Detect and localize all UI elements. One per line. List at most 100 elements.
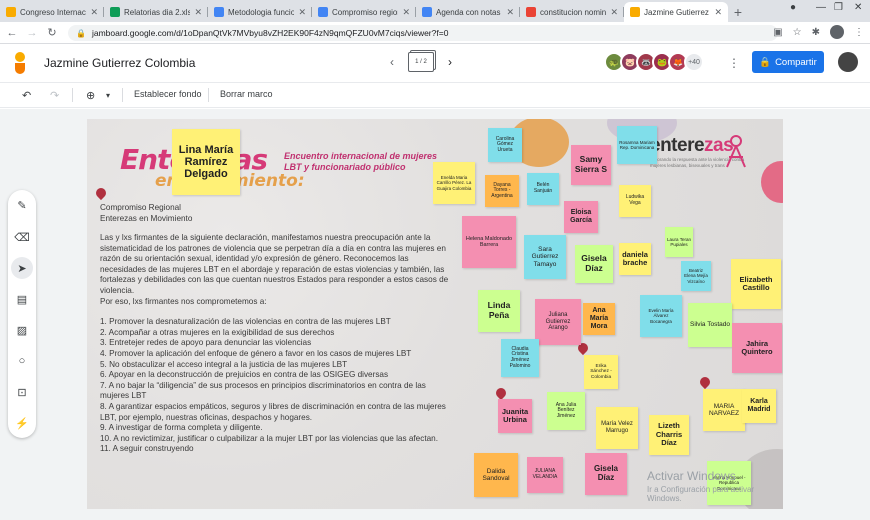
- set-background-button[interactable]: Establecer fondo: [134, 89, 202, 99]
- declaration-intro: Las y lxs firmantes de la siguiente decl…: [100, 233, 449, 295]
- tab-close-icon[interactable]: ✕: [194, 7, 202, 18]
- sticky-note[interactable]: Elizabeth Castillo: [731, 259, 781, 309]
- tab-favicon-icon: [110, 7, 120, 17]
- forward-icon[interactable]: →: [24, 25, 40, 41]
- sticky-note[interactable]: Enelda Maria Carrillo Pérez. La Guajira …: [433, 162, 475, 204]
- browser-tab[interactable]: Agenda con notas d... ✕: [416, 2, 520, 22]
- sticky-note[interactable]: Gisela Díaz: [575, 245, 613, 283]
- sticky-note[interactable]: Lizeth Charris Díaz: [649, 415, 689, 455]
- circle-icon[interactable]: ○: [15, 354, 29, 368]
- minimize-icon[interactable]: —: [816, 2, 826, 13]
- map-pin-icon: [493, 385, 509, 401]
- sticky-note[interactable]: Ana Julia Benítez Jiménez: [547, 392, 585, 430]
- sticky-note[interactable]: Lina María Ramírez Delgado: [172, 129, 240, 195]
- screenshot-icon[interactable]: ▣: [773, 27, 782, 38]
- more-options-icon[interactable]: ⋮: [728, 56, 740, 70]
- jamboard-logo-icon[interactable]: [12, 52, 28, 74]
- sticky-note[interactable]: daniela brache: [619, 243, 651, 275]
- sticky-note[interactable]: Beatriz Elena Mejía Vizcaíno: [681, 261, 711, 291]
- collaborator-avatars[interactable]: 🐢 🐷 🦝 🐸 🦊 +40: [604, 52, 704, 72]
- sticky-note[interactable]: Juanita Urbina: [498, 399, 532, 433]
- jam-frame[interactable]: Enterezas en movimiento: Encuentro inter…: [87, 119, 783, 509]
- restore-icon[interactable]: ❐: [834, 2, 843, 13]
- sticky-note[interactable]: Helena Maldonado Barrera: [462, 216, 516, 268]
- clear-frame-button[interactable]: Borrar marco: [220, 89, 273, 99]
- sticky-note[interactable]: Eloisa García: [564, 201, 598, 233]
- tab-favicon-icon: [422, 7, 432, 17]
- tab-close-icon[interactable]: ✕: [298, 7, 306, 18]
- sticky-note[interactable]: Rosamna Mariam Rep. Dominicana: [617, 126, 657, 164]
- tab-title: Relatorias dia 2.xlsx: [124, 7, 191, 17]
- browser-profile-avatar[interactable]: [830, 25, 844, 39]
- sticky-note[interactable]: Erika Sánchez - Colombia: [584, 355, 618, 389]
- toolbar: ↶ ↷ ⊕ ▾ Establecer fondo Borrar marco: [0, 82, 870, 108]
- extensions-icon[interactable]: ✱: [812, 27, 820, 38]
- sticky-note[interactable]: Dayana Torres - Argentina: [485, 175, 519, 207]
- reload-icon[interactable]: ↻: [44, 25, 60, 41]
- pen-icon[interactable]: ✎: [15, 198, 29, 212]
- next-frame-icon[interactable]: ›: [448, 55, 452, 69]
- browser-tab[interactable]: Compromiso regional... ✕: [312, 2, 416, 22]
- sticky-note[interactable]: Ludwika Vega: [619, 185, 651, 217]
- sticky-note[interactable]: Juliana Gutierrez Arango: [535, 299, 581, 345]
- sticky-note[interactable]: María Velez Marrugo: [596, 407, 638, 449]
- document-title[interactable]: Jazmine Gutierrez Colombia: [44, 56, 195, 70]
- zoom-icon[interactable]: ⊕: [86, 89, 95, 102]
- sticky-note[interactable]: Laura Teran Pupiales: [665, 227, 693, 257]
- image-icon[interactable]: ▨: [15, 323, 29, 337]
- text-box-icon[interactable]: ⊡: [15, 385, 29, 399]
- share-button[interactable]: 🔒 Compartir: [752, 51, 824, 73]
- sticky-note[interactable]: Gisela Díaz: [585, 453, 627, 495]
- commitment-item: 8. A garantizar espacios empáticos, segu…: [100, 401, 446, 422]
- undo-icon[interactable]: ↶: [22, 89, 31, 102]
- sticky-note-icon[interactable]: ▤: [15, 292, 29, 306]
- profile-menu-icon[interactable]: ●: [790, 2, 796, 13]
- sticky-note[interactable]: JULIANA VELANDIA: [527, 457, 563, 493]
- sticky-note[interactable]: Claudia Cristina Jiménez Palomino: [501, 339, 539, 377]
- sticky-note[interactable]: MARIA NARVAEZ: [703, 389, 745, 431]
- browser-menu-icon[interactable]: ⋮: [854, 27, 864, 38]
- sticky-note[interactable]: Samy Sierra S: [571, 145, 611, 185]
- zoom-dropdown-icon[interactable]: ▾: [106, 91, 110, 100]
- browser-tab[interactable]: Relatorias dia 2.xlsx ✕: [104, 2, 208, 22]
- previous-frame-icon[interactable]: ‹: [390, 55, 394, 69]
- browser-tab[interactable]: constitucion nomina...✕: [520, 2, 624, 22]
- sticky-note[interactable]: Linda Peña: [478, 290, 520, 332]
- sticky-note[interactable]: Carolina Gómez Urueta: [488, 128, 522, 162]
- collaborator-count[interactable]: +40: [684, 52, 704, 72]
- sticky-note[interactable]: Karla Madrid: [742, 389, 776, 423]
- event-subtitle: Encuentro internacional de mujeres LBT y…: [284, 151, 438, 172]
- browser-tab[interactable]: Jazmine Gutierrez C... ✕: [624, 2, 728, 22]
- eraser-icon[interactable]: ⌫: [14, 230, 30, 244]
- commitment-item: 6. Apoyar en la deconstrucción de prejui…: [100, 370, 389, 380]
- commitment-item: 7. A no bajar la “diligencia” de sus pro…: [100, 380, 426, 401]
- tab-close-icon[interactable]: ✕: [610, 7, 618, 18]
- browser-tab[interactable]: Metodologia funcion...✕: [208, 2, 312, 22]
- user-avatar[interactable]: [838, 52, 858, 72]
- tab-close-icon[interactable]: ✕: [90, 7, 98, 18]
- redo-icon[interactable]: ↷: [50, 89, 59, 102]
- sticky-note[interactable]: Jahira Quintero: [732, 323, 782, 373]
- tab-close-icon[interactable]: ✕: [714, 7, 722, 18]
- select-icon[interactable]: ➤: [11, 257, 33, 279]
- sticky-note[interactable]: Dalida Sandoval: [474, 453, 518, 497]
- close-window-icon[interactable]: ✕: [854, 2, 862, 13]
- bookmark-star-icon[interactable]: ☆: [793, 27, 802, 38]
- sticky-note[interactable]: Sara Gutierrez Tamayo: [524, 235, 566, 279]
- new-tab-icon[interactable]: +: [728, 2, 748, 22]
- browser-tab[interactable]: Congreso Internaciona... ✕: [0, 2, 104, 22]
- sticky-note[interactable]: Silvia Tostado: [688, 303, 732, 347]
- tab-close-icon[interactable]: ✕: [506, 7, 514, 18]
- url-field[interactable]: 🔒 jamboard.google.com/d/1oDpanQtVk7MVbyu…: [68, 25, 778, 41]
- frame-indicator[interactable]: 1 / 2: [408, 52, 434, 72]
- commitment-item: 9. A investigar de forma completa y dili…: [100, 423, 263, 433]
- tab-close-icon[interactable]: ✕: [402, 7, 410, 18]
- sticky-note[interactable]: Belén Sanjuán: [527, 173, 559, 205]
- laser-icon[interactable]: ⚡: [15, 416, 29, 430]
- commitment-item: 5. No obstaculizar el acceso integral a …: [100, 359, 348, 369]
- back-icon[interactable]: ←: [4, 25, 20, 41]
- org-line-2: Enterezas en Movimiento: [100, 214, 193, 223]
- sticky-note[interactable]: Evelin María Álvarez Bocanegra: [640, 295, 682, 337]
- map-pin-icon: [93, 185, 109, 201]
- sticky-note[interactable]: Ana María Mora: [583, 303, 615, 335]
